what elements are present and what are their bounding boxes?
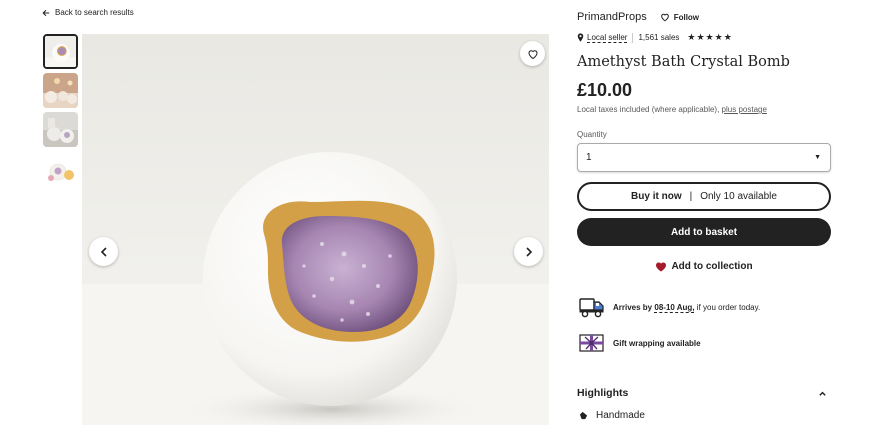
thumbnail-4[interactable] (43, 151, 78, 186)
seller-meta-row: Local seller 1,561 sales ★ ★ ★ ★ ★ (577, 32, 732, 43)
hand-icon (579, 411, 588, 420)
location-pin-icon (577, 33, 584, 42)
main-product-image (82, 34, 549, 425)
gift-icon (579, 334, 604, 352)
thumbnail-1-image (45, 36, 76, 67)
thumbnail-4-image (43, 151, 78, 186)
buy-it-now-label: Buy it now (631, 191, 682, 202)
thumbnail-list (43, 34, 79, 190)
arrives-prefix: Arrives by (613, 302, 653, 312)
arrives-suffix: if you order today. (696, 302, 761, 312)
thumbnail-3[interactable] (43, 112, 78, 147)
chevron-up-icon (819, 391, 826, 396)
gift-wrap-info: Gift wrapping available (579, 333, 701, 353)
buy-divider: | (689, 191, 693, 202)
next-image-button[interactable] (514, 237, 543, 266)
plus-postage-link[interactable]: plus postage (722, 105, 767, 114)
star-icon: ★ (714, 32, 723, 42)
tax-note-text: Local taxes included (where applicable), (577, 105, 720, 114)
gift-wrap-label: Gift wrapping available (613, 338, 701, 348)
heart-outline-icon (660, 13, 669, 22)
quantity-select[interactable]: 1 ▼ (577, 143, 831, 172)
back-to-search-link[interactable]: Back to search results (42, 8, 134, 17)
follow-label: Follow (673, 12, 700, 22)
highlights-toggle[interactable]: Highlights (577, 387, 831, 399)
highlights-title: Highlights (577, 387, 629, 399)
caret-down-icon: ▼ (814, 154, 821, 161)
tax-note: Local taxes included (where applicable),… (577, 105, 767, 114)
quantity-label: Quantity (577, 130, 607, 139)
highlight-item-label: Handmade (596, 410, 645, 421)
follow-button[interactable]: Follow (660, 12, 699, 22)
delivery-truck-icon (579, 298, 604, 318)
quantity-value: 1 (586, 152, 592, 163)
thumbnail-1[interactable] (43, 34, 78, 69)
heart-outline-icon (527, 49, 538, 59)
add-to-basket-button[interactable]: Add to basket (577, 218, 831, 246)
buy-it-now-button[interactable]: Buy it now | Only 10 available (577, 182, 831, 211)
star-icon: ★ (705, 32, 714, 42)
chevron-right-icon (525, 246, 532, 257)
heart-filled-icon (656, 262, 667, 272)
add-to-collection-label: Add to collection (671, 261, 753, 272)
add-to-collection-button[interactable]: Add to collection (577, 261, 831, 272)
shop-name-link[interactable]: PrimandProps (577, 11, 647, 23)
highlight-item: Handmade (579, 410, 645, 421)
arrow-left-icon (42, 9, 50, 16)
shipping-info: Arrives by 08-10 Aug, if you order today… (579, 296, 760, 318)
previous-image-button[interactable] (89, 237, 118, 266)
product-price: £10.00 (577, 80, 633, 100)
thumbnail-2[interactable] (43, 73, 78, 108)
delivery-date-range[interactable]: 08-10 Aug, (654, 303, 694, 312)
back-link-label: Back to search results (55, 8, 134, 17)
chevron-left-icon (100, 246, 107, 257)
local-seller-link[interactable]: Local seller (587, 33, 627, 42)
star-icon: ★ (723, 32, 732, 42)
favorite-button[interactable] (520, 41, 545, 66)
sales-count: 1,561 sales (638, 33, 680, 42)
seller-row: PrimandProps Follow (577, 11, 777, 23)
availability-label: Only 10 available (700, 191, 777, 202)
star-icon: ★ (696, 32, 705, 42)
star-icon: ★ (687, 32, 696, 42)
product-title: Amethyst Bath Crystal Bomb (577, 54, 790, 70)
thumbnail-3-image (43, 112, 78, 147)
meta-divider (632, 32, 634, 43)
thumbnail-2-image (43, 73, 78, 108)
star-rating[interactable]: ★ ★ ★ ★ ★ (687, 32, 731, 43)
bath-bomb-photo (82, 34, 549, 425)
